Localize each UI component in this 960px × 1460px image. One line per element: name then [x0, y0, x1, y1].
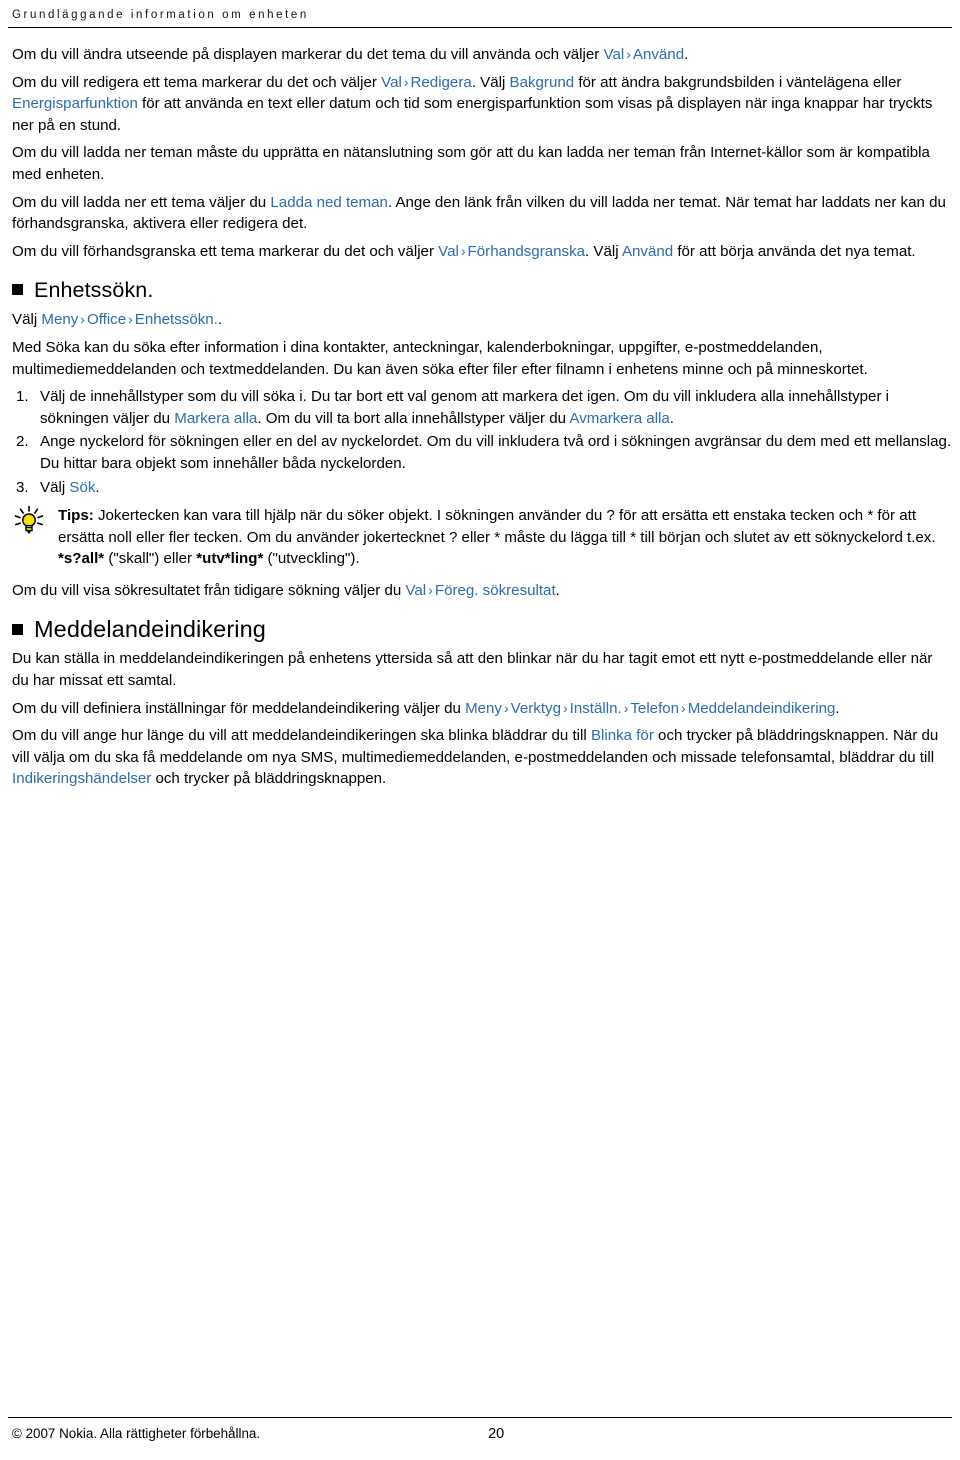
chevron-right-icon: ›: [681, 699, 686, 716]
page-content: Om du vill ändra utseende på displayen m…: [8, 28, 952, 790]
tip-text: Tips: Jokertecken kan vara till hjälp nä…: [58, 504, 952, 570]
text-fragment: Välj: [40, 478, 70, 496]
menu-path-enhetssokn: Välj Meny › Office › Enhetssökn..: [8, 309, 952, 331]
paragraph-download-themes: Om du vill ladda ner teman måste du uppr…: [12, 144, 930, 183]
chevron-right-icon: ›: [563, 699, 568, 716]
chevron-right-icon: ›: [403, 73, 409, 90]
section-title: Enhetssökn.: [34, 278, 154, 303]
link-ladda-ned-teman[interactable]: Ladda ned teman: [270, 194, 388, 211]
link-sok[interactable]: Sök: [69, 479, 95, 496]
text-fragment: .: [217, 311, 223, 329]
square-bullet-icon: [12, 624, 23, 636]
text-fragment: .: [684, 46, 689, 63]
link-verktyg[interactable]: Verktyg: [511, 700, 561, 717]
link-meddelandeindikering[interactable]: Meddelandeindikering: [688, 700, 836, 717]
wildcard-example-1: *s?all*: [58, 550, 105, 568]
text-fragment: Om du vill förhandsgranska ett tema mark…: [12, 242, 439, 260]
link-installn[interactable]: Inställn.: [570, 700, 622, 717]
paragraph-download-one-theme: Om du vill ladda ner ett tema väljer du …: [8, 192, 952, 235]
paragraph-theme-apply: Om du vill ändra utseende på displayen m…: [8, 44, 952, 66]
list-item: Välj de innehållstyper som du vill söka …: [8, 386, 952, 429]
copyright-text: © 2007 Nokia. Alla rättigheter förbehåll…: [12, 1426, 261, 1441]
section-title: Meddelandeindikering: [34, 616, 266, 643]
page-footer: © 2007 Nokia. Alla rättigheter förbehåll…: [8, 1417, 952, 1442]
page-number: 20: [488, 1426, 505, 1442]
text-fragment: Om du vill ändra utseende på displayen m…: [12, 46, 604, 63]
list-item: Välj Sök.: [8, 477, 952, 499]
text-fragment: ("utveckling").: [263, 550, 360, 568]
link-foreg-sokresultat[interactable]: Föreg. sökresultat: [435, 582, 556, 599]
footer-divider: [8, 1417, 952, 1418]
paragraph-theme-edit: Om du vill redigera ett tema markerar du…: [8, 72, 952, 137]
section-heading-enhetssokn: Enhetssökn.: [8, 278, 952, 302]
link-enhetssokn[interactable]: Enhetssökn.: [135, 311, 218, 328]
text-fragment: Om du vill ladda ner ett tema väljer du: [12, 193, 271, 211]
document-page: Grundläggande information om enheten Om …: [0, 0, 960, 1460]
square-bullet-icon: [12, 284, 23, 296]
link-val[interactable]: Val: [438, 243, 459, 260]
text-fragment: för att använda en text eller datum och …: [12, 95, 933, 134]
chevron-right-icon: ›: [503, 699, 509, 716]
paragraph-preview-theme: Om du vill förhandsgranska ett tema mark…: [8, 241, 952, 263]
link-redigera[interactable]: Redigera: [411, 74, 472, 91]
lightbulb-icon: [12, 505, 46, 539]
chevron-right-icon: ›: [80, 311, 85, 328]
text-fragment: .: [95, 478, 100, 496]
paragraph-search-intro: Med Söka kan du söka efter information i…: [12, 338, 868, 378]
text-fragment: för att börja använda det nya temat.: [673, 242, 916, 260]
text-fragment: Om du vill definiera inställningar för m…: [12, 699, 466, 717]
text-fragment: ("skall") eller: [104, 550, 197, 568]
link-val[interactable]: Val: [405, 582, 426, 599]
link-meny[interactable]: Meny: [465, 700, 502, 717]
text-fragment: .: [835, 699, 840, 717]
tip-label: Tips:: [58, 507, 94, 525]
link-energisparfunktion[interactable]: Energisparfunktion: [12, 95, 138, 112]
paragraph-indicator-settings-path: Om du vill definiera inställningar för m…: [8, 698, 952, 720]
tip-block: Tips: Jokertecken kan vara till hjälp nä…: [8, 504, 952, 570]
text-fragment: Om du vill visa sökresultatet från tidig…: [12, 581, 406, 599]
text-fragment: . Välj: [471, 73, 510, 91]
link-anvand[interactable]: Använd: [622, 243, 673, 260]
text-fragment: .: [669, 409, 674, 427]
link-indikeringshandelser[interactable]: Indikeringshändelser: [12, 770, 151, 787]
paragraph-indicator-intro: Du kan ställa in meddelandeindikeringen …: [12, 650, 933, 690]
paragraph-blink-settings: Om du vill ange hur länge du vill att me…: [8, 725, 952, 790]
link-meny[interactable]: Meny: [41, 311, 78, 328]
wildcard-example-2: *utv*ling*: [196, 550, 264, 568]
link-markera-alla[interactable]: Markera alla: [174, 410, 257, 427]
text-fragment: Om du vill ange hur länge du vill att me…: [12, 727, 591, 745]
link-avmarkera-alla[interactable]: Avmarkera alla: [569, 410, 669, 427]
chevron-right-icon: ›: [128, 311, 133, 328]
chevron-right-icon: ›: [428, 581, 433, 598]
search-steps-list: Välj de innehållstyper som du vill söka …: [8, 386, 952, 498]
chevron-right-icon: ›: [460, 242, 466, 259]
text-fragment: för att ändra bakgrundsbilden i vänteläg…: [574, 73, 902, 91]
section-heading-meddelandeindikering: Meddelandeindikering: [8, 617, 952, 641]
link-anvand[interactable]: Använd: [633, 46, 684, 63]
text-fragment: . Om du vill ta bort alla innehållstyper…: [257, 409, 570, 427]
link-forhandsgranska[interactable]: Förhandsgranska: [468, 243, 585, 260]
text-fragment: Välj: [12, 311, 42, 329]
link-bakgrund[interactable]: Bakgrund: [510, 74, 575, 91]
link-val[interactable]: Val: [604, 46, 625, 63]
running-header: Grundläggande information om enheten: [12, 9, 309, 21]
link-telefon[interactable]: Telefon: [630, 700, 679, 717]
text-fragment: och trycker på bläddringsknappen.: [151, 770, 387, 788]
link-office[interactable]: Office: [87, 311, 126, 328]
text-fragment: Jokertecken kan vara till hjälp när du s…: [58, 507, 936, 546]
chevron-right-icon: ›: [626, 46, 631, 62]
text-fragment: Om du vill redigera ett tema markerar du…: [12, 73, 382, 91]
footer-row: © 2007 Nokia. Alla rättigheter förbehåll…: [8, 1426, 952, 1442]
text-fragment: . Välj: [585, 242, 622, 260]
paragraph-previous-results: Om du vill visa sökresultatet från tidig…: [8, 580, 952, 602]
link-val[interactable]: Val: [381, 74, 402, 91]
text-fragment: .: [555, 581, 560, 599]
list-item: Ange nyckelord för sökningen eller en de…: [16, 431, 952, 472]
link-blinka-for[interactable]: Blinka för: [591, 727, 654, 744]
